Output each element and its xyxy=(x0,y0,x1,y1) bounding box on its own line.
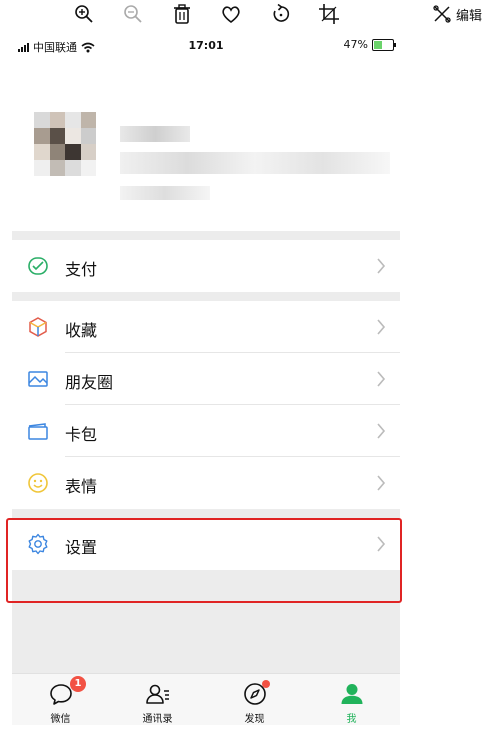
avatar-pixel xyxy=(34,112,50,128)
menu-label: 支付 xyxy=(65,260,98,279)
tab-me[interactable]: 我 xyxy=(303,674,400,725)
edit-label: 编辑 xyxy=(456,8,483,24)
avatar-pixel xyxy=(65,160,81,176)
section-gap xyxy=(12,509,400,518)
chevron-right-icon xyxy=(376,370,386,388)
avatar-pixel xyxy=(49,112,65,128)
section-gap xyxy=(12,292,400,301)
heart-icon[interactable] xyxy=(220,3,242,25)
chevron-right-icon xyxy=(376,318,386,336)
profile-id-blurred xyxy=(120,152,390,174)
tab-discover[interactable]: 发现 xyxy=(206,674,303,725)
menu-item-card[interactable]: 卡包 xyxy=(12,405,400,457)
rotate-icon[interactable] xyxy=(270,3,292,25)
menu-item-moments[interactable]: 朋友圈 xyxy=(12,353,400,405)
tab-label: 微信 xyxy=(50,714,71,725)
avatar-pixel xyxy=(65,112,81,128)
tab-label: 发现 xyxy=(244,714,265,725)
profile-header[interactable] xyxy=(12,90,400,230)
avatar-pixel xyxy=(49,144,65,160)
chevron-right-icon xyxy=(376,257,386,275)
edit-tools-icon xyxy=(433,5,451,23)
pay-icon xyxy=(26,254,50,278)
chevron-right-icon xyxy=(376,422,386,440)
tab-bar: 1 微信 通讯录 发现 我 xyxy=(12,673,400,725)
avatar-pixel xyxy=(34,128,50,144)
zoom-out-icon[interactable] xyxy=(122,3,144,25)
me-icon xyxy=(339,681,365,707)
tab-chats[interactable]: 1 微信 xyxy=(12,674,109,725)
section-gap xyxy=(12,231,400,240)
phone-screen: 中国联通 17:01 47% 支付 收藏 朋友圈 卡包 表情 设置 1 微信 通… xyxy=(12,30,400,725)
menu-item-pay[interactable]: 支付 xyxy=(12,240,400,292)
menu-label: 表情 xyxy=(65,477,98,496)
avatar-pixel xyxy=(49,128,65,144)
status-bar: 中国联通 17:01 47% xyxy=(12,30,400,62)
tab-label: 通讯录 xyxy=(142,714,173,725)
avatar-pixel xyxy=(34,144,50,160)
trash-icon[interactable] xyxy=(171,3,193,25)
avatar-pixel xyxy=(65,144,81,160)
tab-label: 我 xyxy=(346,714,357,725)
avatar-pixel xyxy=(34,160,50,176)
contacts-icon xyxy=(145,681,171,707)
battery-icon xyxy=(372,38,396,51)
chevron-right-icon xyxy=(376,474,386,492)
menu-label: 朋友圈 xyxy=(65,373,114,392)
new-dot xyxy=(262,680,270,688)
image-viewer-toolbar: 编辑 xyxy=(0,0,484,26)
status-time: 17:01 xyxy=(188,39,224,52)
highlight-box xyxy=(6,518,402,603)
menu-item-stickers[interactable]: 表情 xyxy=(12,457,400,509)
profile-status-blurred xyxy=(120,186,210,200)
sticker-icon xyxy=(26,471,50,495)
avatar-pixel xyxy=(80,160,96,176)
card-icon xyxy=(26,419,50,443)
zoom-in-icon[interactable] xyxy=(73,3,95,25)
avatar-pixel xyxy=(80,144,96,160)
avatar-pixel xyxy=(49,160,65,176)
menu-item-favorites[interactable]: 收藏 xyxy=(12,301,400,353)
profile-name-blurred xyxy=(120,126,190,142)
avatar-pixel xyxy=(80,128,96,144)
crop-icon[interactable] xyxy=(318,3,340,25)
avatar[interactable] xyxy=(34,112,96,176)
menu-label: 卡包 xyxy=(65,425,98,444)
avatar-pixel xyxy=(80,112,96,128)
avatar-pixel xyxy=(65,128,81,144)
tab-contacts[interactable]: 通讯录 xyxy=(109,674,206,725)
menu-label: 收藏 xyxy=(65,321,98,340)
favorites-icon xyxy=(26,315,50,339)
battery-percent: 47% xyxy=(343,38,368,51)
unread-badge: 1 xyxy=(70,676,86,692)
moments-icon xyxy=(26,367,50,391)
edit-button[interactable]: 编辑 xyxy=(432,3,482,25)
